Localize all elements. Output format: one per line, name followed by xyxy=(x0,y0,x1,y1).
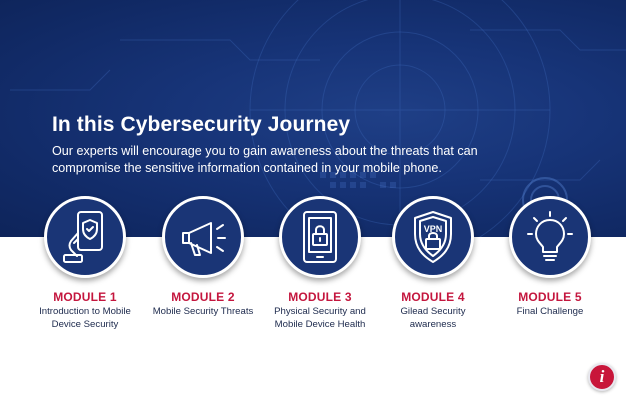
module-5-card[interactable]: MODULE 5 Final Challenge xyxy=(490,196,610,319)
module-2-button[interactable] xyxy=(162,196,244,278)
lightbulb-icon xyxy=(527,211,573,261)
page-title: In this Cybersecurity Journey xyxy=(52,113,351,136)
module-4-button[interactable]: VPN xyxy=(392,196,474,278)
module-4-label: MODULE 4 xyxy=(401,290,465,304)
vpn-shield-icon: VPN xyxy=(414,211,452,263)
module-4-card[interactable]: VPN MODULE 4 Gilead Security awareness xyxy=(373,196,493,331)
module-3-description: Physical Security and Mobile Device Heal… xyxy=(274,306,366,330)
module-5-description: Final Challenge xyxy=(516,306,584,317)
module-2-card[interactable]: MODULE 2 Mobile Security Threats xyxy=(143,196,263,319)
hand-holding-phone-shield-icon xyxy=(63,211,103,263)
module-1-card[interactable]: MODULE 1 Introduction to Mobile Device S… xyxy=(25,196,145,331)
module-1-description: Introduction to Mobile Device Security xyxy=(39,306,131,330)
module-5-button[interactable] xyxy=(509,196,591,278)
module-list: MODULE 1 Introduction to Mobile Device S… xyxy=(0,196,626,356)
module-2-description: Mobile Security Threats xyxy=(152,306,254,317)
module-3-button[interactable] xyxy=(279,196,361,278)
page-subtitle: Our experts will encourage you to gain a… xyxy=(52,144,478,175)
module-3-label: MODULE 3 xyxy=(288,290,352,304)
module-4-description: Gilead Security awareness xyxy=(400,306,466,330)
module-3-card[interactable]: MODULE 3 Physical Security and Mobile De… xyxy=(260,196,380,331)
tablet-lock-icon xyxy=(303,211,337,263)
module-1-button[interactable] xyxy=(44,196,126,278)
megaphone-icon xyxy=(182,222,226,256)
info-button[interactable]: i xyxy=(588,363,616,391)
module-5-label: MODULE 5 xyxy=(518,290,582,304)
svg-text:VPN: VPN xyxy=(424,224,443,234)
module-2-label: MODULE 2 xyxy=(171,290,235,304)
module-1-label: MODULE 1 xyxy=(53,290,117,304)
info-icon: i xyxy=(599,367,605,386)
